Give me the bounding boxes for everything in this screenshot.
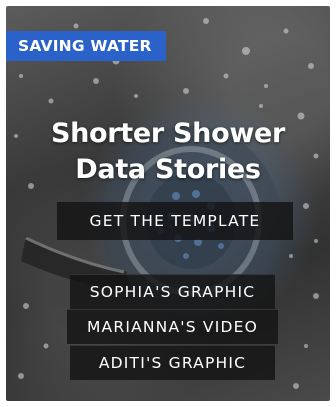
card-title: Shorter Shower Data Stories [6,116,330,188]
promo-card[interactable]: SAVING WATER Shorter Shower Data Stories… [6,6,330,401]
get-template-button-label: GET THE TEMPLATE [89,212,261,230]
sophias-graphic-button-label: SOPHIA'S GRAPHIC [89,283,256,301]
mariannas-video-button-label: MARIANNA'S VIDEO [86,318,259,336]
card-title-line-1: Shorter Shower [50,118,286,149]
category-tag[interactable]: SAVING WATER [6,31,166,61]
get-template-button[interactable]: GET THE TEMPLATE [57,202,293,240]
sophias-graphic-button[interactable]: SOPHIA'S GRAPHIC [70,274,275,309]
card-title-line-2: Data Stories [75,154,261,185]
aditis-graphic-button[interactable]: ADITI'S GRAPHIC [70,345,275,380]
aditis-graphic-button-label: ADITI'S GRAPHIC [98,354,247,372]
mariannas-video-button[interactable]: MARIANNA'S VIDEO [67,309,278,344]
category-tag-label: SAVING WATER [18,37,152,55]
